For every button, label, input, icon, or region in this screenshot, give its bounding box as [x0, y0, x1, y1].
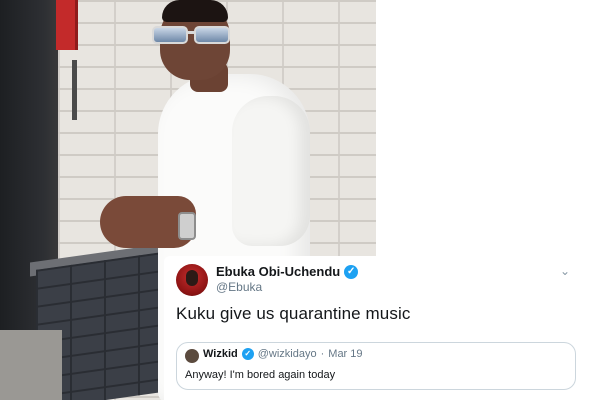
quoted-header: Wizkid ✓ @wizkidayo · Mar 19 — [203, 348, 363, 360]
author-handle[interactable]: @Ebuka — [216, 280, 262, 294]
tweet-text: Kuku give us quarantine music — [176, 304, 411, 323]
photo-pipe — [72, 60, 77, 120]
quoted-verified-badge-icon: ✓ — [241, 348, 254, 360]
verified-badge-icon: ✓ — [344, 264, 359, 279]
chevron-down-icon[interactable]: ⌄ — [560, 264, 570, 278]
author-name-row: Ebuka Obi-Uchendu ✓ — [216, 264, 359, 279]
photo-red-box — [56, 0, 78, 50]
author-name[interactable]: Ebuka Obi-Uchendu — [216, 264, 340, 279]
quoted-date[interactable]: Mar 19 — [328, 348, 362, 360]
person-hair — [162, 0, 228, 22]
sunglasses-lens-right — [194, 26, 230, 44]
quoted-author-handle[interactable]: @wizkidayo — [258, 348, 317, 360]
quoted-text: Anyway! I'm bored again today — [185, 369, 336, 381]
quoted-author-name[interactable]: Wizkid — [203, 348, 238, 360]
tweet-card[interactable]: Ebuka Obi-Uchendu ✓ @Ebuka ⌄ Kuku give u… — [164, 256, 584, 400]
quoted-tweet[interactable]: Wizkid ✓ @wizkidayo · Mar 19 Anyway! I'm… — [176, 342, 576, 390]
person-sunglasses — [152, 26, 232, 44]
person-watch — [178, 212, 196, 240]
sunglasses-lens-left — [152, 26, 188, 44]
quoted-separator: · — [320, 348, 325, 360]
author-avatar[interactable] — [176, 264, 208, 296]
quoted-author-avatar[interactable] — [185, 349, 199, 363]
person-sleeve — [232, 96, 310, 246]
photo-ground — [0, 330, 62, 400]
